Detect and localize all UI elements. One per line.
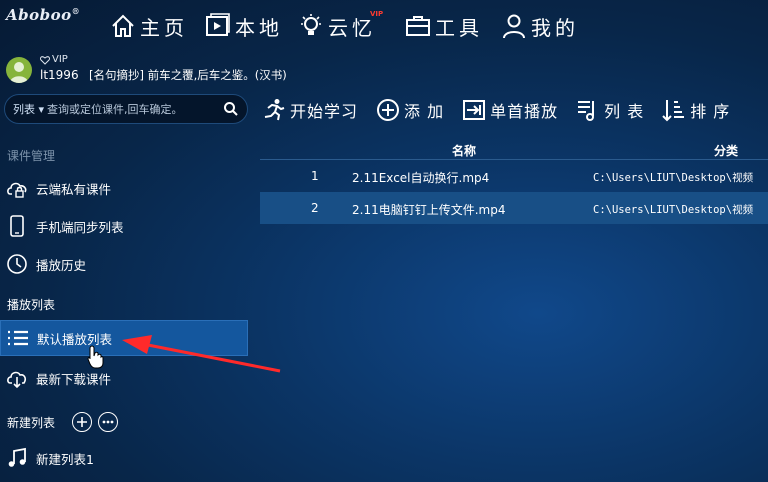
search-scope-dropdown[interactable]: 列表 ▾ xyxy=(13,101,44,117)
table-header: 名称 分类 xyxy=(260,136,768,160)
list-label: 列 表 xyxy=(604,102,645,121)
add-label: 添 加 xyxy=(404,102,445,121)
vip-badge: VIP xyxy=(370,10,384,18)
start-learning-label: 开始学习 xyxy=(290,102,359,121)
nav-cloud-label: 云忆 xyxy=(328,15,376,40)
sort-icon xyxy=(662,100,685,122)
table-row[interactable]: 1 2.11Excel自动换行.mp4 C:\Users\LIUT\Deskto… xyxy=(260,160,768,192)
section-courseware-header: 课件管理 xyxy=(7,149,56,163)
nav-mine-label: 我的 xyxy=(531,15,579,40)
vip-status: VIP xyxy=(40,54,68,65)
single-play-icon xyxy=(463,100,486,120)
username: lt1996 xyxy=(40,68,79,82)
user-icon xyxy=(503,14,525,39)
column-header-name[interactable]: 名称 xyxy=(452,142,476,159)
quote-text: [名句摘抄] 前车之覆,后车之鉴。(汉书) xyxy=(89,68,287,82)
clock-icon xyxy=(7,254,27,274)
sidebar-item-play-history[interactable]: 播放历史 xyxy=(0,246,248,282)
running-icon xyxy=(264,99,285,121)
avatar[interactable] xyxy=(6,57,32,83)
row-file-name: 2.11Excel自动换行.mp4 xyxy=(352,171,490,185)
row-number: 1 xyxy=(311,169,319,183)
sidebar-item-label: 新建列表1 xyxy=(36,451,94,467)
phone-icon xyxy=(10,215,24,237)
search-bar: 列表 ▾ xyxy=(4,94,248,124)
mouse-pointer-icon xyxy=(87,345,104,369)
add-button[interactable]: 添 加 xyxy=(376,98,444,122)
nav-home[interactable]: 主页 xyxy=(110,10,188,42)
add-circle-icon xyxy=(377,99,400,121)
sidebar: 课件管理 云端私有课件 手机端同步列表 播放历史 播放列表 默认播放列表 最新下… xyxy=(0,138,252,482)
music-note-icon xyxy=(8,447,26,467)
row-file-path: C:\Users\LIUT\Desktop\视频 xyxy=(593,172,754,184)
sidebar-item-label: 手机端同步列表 xyxy=(36,219,124,235)
sidebar-item-cloud-private[interactable]: 云端私有课件 xyxy=(0,170,248,206)
row-file-path: C:\Users\LIUT\Desktop\视频 xyxy=(593,204,754,216)
toolbox-icon xyxy=(406,16,430,36)
nav-local[interactable]: 本地 xyxy=(205,10,283,42)
app-logo: Aboboo® xyxy=(6,6,81,24)
sidebar-item-latest-download[interactable]: 最新下载课件 xyxy=(0,360,248,396)
vip-label: VIP xyxy=(52,54,68,65)
sort-button[interactable]: 排 序 xyxy=(662,98,730,122)
nav-cloud[interactable]: 云忆 xyxy=(298,10,376,42)
sidebar-item-label: 最新下载课件 xyxy=(36,371,112,387)
nav-tools-label: 工具 xyxy=(435,15,483,40)
search-input[interactable] xyxy=(47,102,208,116)
row-number: 2 xyxy=(311,201,319,215)
more-options-button[interactable] xyxy=(98,412,118,432)
cloud-download-icon xyxy=(7,371,27,389)
sidebar-item-new-list-1[interactable]: 新建列表1 xyxy=(0,440,248,476)
lightbulb-icon xyxy=(301,14,321,35)
nav-mine[interactable]: 我的 xyxy=(501,10,579,42)
list-icon xyxy=(8,330,28,346)
sidebar-item-label: 播放历史 xyxy=(36,257,87,273)
user-info-row: VIP lt1996 [名句摘抄] 前车之覆,后车之鉴。(汉书) xyxy=(0,52,768,88)
avatar-person-icon xyxy=(10,62,28,83)
cloud-lock-icon xyxy=(7,182,27,198)
music-list-icon xyxy=(578,101,595,121)
search-icon[interactable] xyxy=(223,101,239,117)
nav-tools[interactable]: 工具 xyxy=(405,10,483,42)
single-play-label: 单首播放 xyxy=(490,102,559,121)
single-play-button[interactable]: 单首播放 xyxy=(462,98,558,122)
sidebar-item-label: 云端私有课件 xyxy=(36,181,112,197)
nav-local-label: 本地 xyxy=(235,15,283,40)
toolbar: 开始学习 添 加 单首播放 列 表 排 序 xyxy=(262,94,748,126)
section-playlist-header: 播放列表 xyxy=(7,298,56,312)
sidebar-item-default-playlist[interactable]: 默认播放列表 xyxy=(0,320,248,356)
start-learning-button[interactable]: 开始学习 xyxy=(262,98,358,122)
top-nav-bar: Aboboo® 主页 本地 云忆 VIP 工具 我的 xyxy=(0,0,768,52)
sort-label: 排 序 xyxy=(690,102,731,121)
column-header-category[interactable]: 分类 xyxy=(714,142,738,159)
list-button[interactable]: 列 表 xyxy=(576,98,644,122)
section-new-list-header: 新建列表 xyxy=(7,416,56,430)
local-video-icon xyxy=(206,13,230,36)
sidebar-item-phone-sync[interactable]: 手机端同步列表 xyxy=(0,208,248,244)
table-row[interactable]: 2 2.11电脑钉钉上传文件.mp4 C:\Users\LIUT\Desktop… xyxy=(260,192,768,224)
home-icon xyxy=(112,14,134,37)
more-icon xyxy=(102,420,114,424)
file-table: 名称 分类 1 2.11Excel自动换行.mp4 C:\Users\LIUT\… xyxy=(260,136,768,224)
heart-icon xyxy=(40,55,50,65)
add-list-button[interactable] xyxy=(72,412,92,432)
row-file-name: 2.11电脑钉钉上传文件.mp4 xyxy=(352,203,506,217)
nav-home-label: 主页 xyxy=(140,15,188,40)
plus-icon xyxy=(77,417,87,427)
